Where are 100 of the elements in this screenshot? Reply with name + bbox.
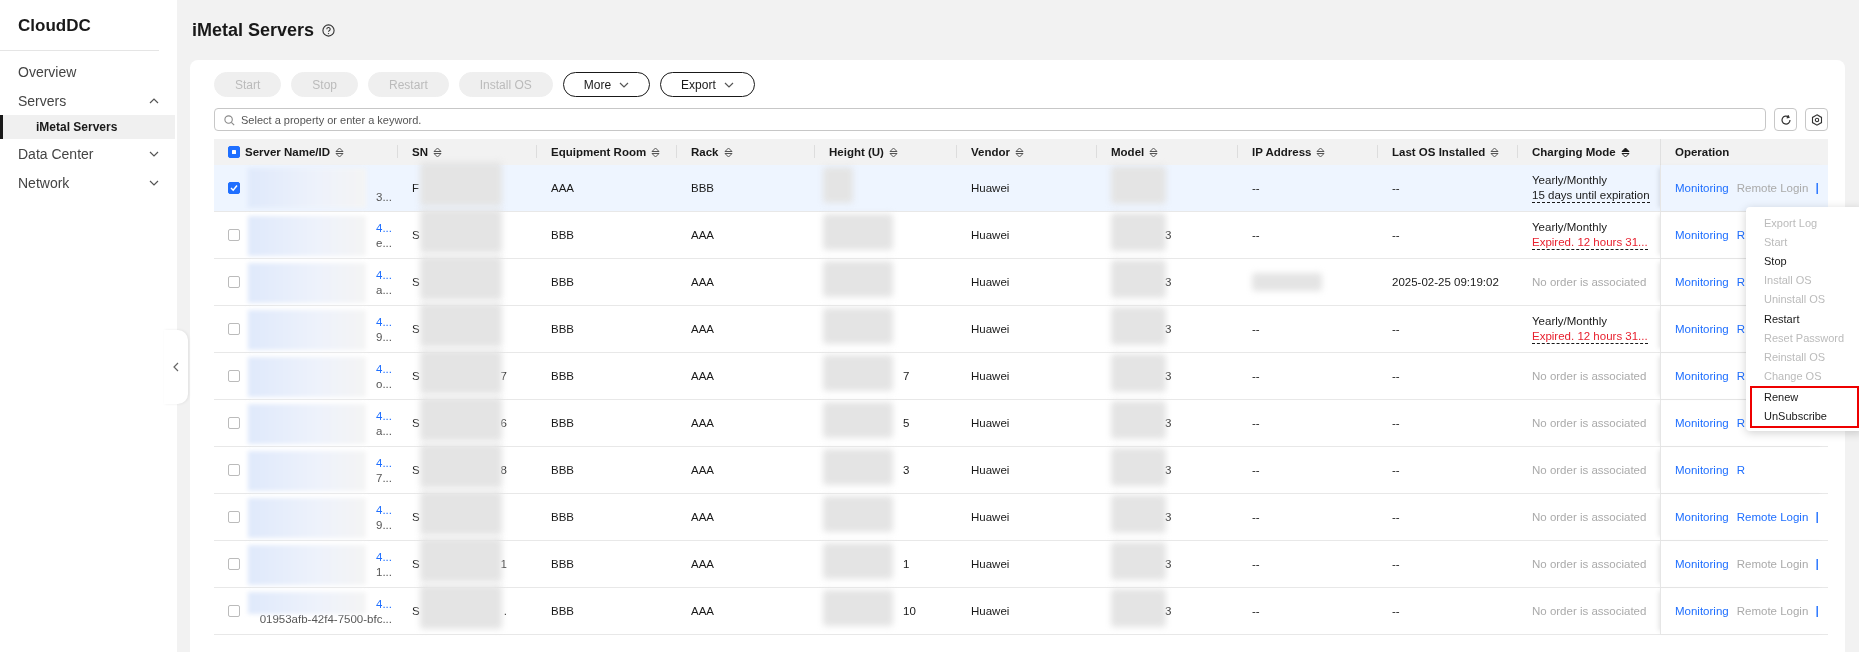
sort-icon[interactable] <box>1015 146 1024 158</box>
server-name[interactable]: 4... <box>376 315 392 328</box>
server-name[interactable]: 4... <box>376 597 392 610</box>
monitoring-link[interactable]: Monitoring <box>1675 370 1729 382</box>
nav-item[interactable]: Network <box>0 168 177 197</box>
chevron-icon <box>619 81 630 88</box>
sort-icon[interactable] <box>1149 146 1159 158</box>
row-checkbox[interactable] <box>228 417 240 429</box>
nav-item[interactable]: Servers <box>0 86 177 115</box>
table-cell: S <box>412 558 420 570</box>
remote-login-link[interactable]: R <box>1736 276 1745 288</box>
table-cell: -- <box>1392 464 1400 476</box>
row-checkbox[interactable] <box>228 370 240 382</box>
sort-icon[interactable] <box>651 146 661 158</box>
sort-icon[interactable] <box>1316 146 1326 158</box>
monitoring-link[interactable]: Monitoring <box>1675 182 1729 194</box>
monitoring-link[interactable]: Monitoring <box>1675 417 1729 429</box>
row-checkbox[interactable] <box>228 605 240 617</box>
column-header: Height (U) <box>829 146 884 158</box>
remote-login-link[interactable]: Remote Login <box>1736 511 1809 523</box>
toolbar-button[interactable]: Export <box>660 72 755 97</box>
more-icon[interactable] <box>1816 558 1820 570</box>
table-cell: AAA <box>691 276 714 288</box>
remote-login-link[interactable]: R <box>1736 464 1745 476</box>
sort-icon[interactable] <box>1620 146 1630 158</box>
menu-item[interactable]: Renew <box>1752 387 1857 407</box>
table-cell: AAA <box>691 370 714 382</box>
refresh-button[interactable] <box>1774 108 1797 131</box>
table-cell: -- <box>1392 511 1400 523</box>
settings-icon <box>1810 113 1823 126</box>
table-cell: 7 <box>500 370 507 382</box>
table-cell: BBB <box>551 323 574 335</box>
server-name[interactable]: 4... <box>376 362 392 375</box>
settings-button[interactable] <box>1805 108 1828 131</box>
row-checkbox[interactable] <box>228 182 240 194</box>
row-checkbox[interactable] <box>228 229 240 241</box>
table-cell: Huawei <box>971 464 1010 476</box>
more-icon[interactable] <box>1816 511 1820 523</box>
server-id: 1... <box>376 565 392 578</box>
monitoring-link[interactable]: Monitoring <box>1675 464 1729 476</box>
table-cell: 3 <box>1165 464 1172 476</box>
monitoring-link[interactable]: Monitoring <box>1675 276 1729 288</box>
table-cell: S <box>412 370 420 382</box>
table-cell: -- <box>1252 605 1260 617</box>
sort-icon[interactable] <box>1490 146 1500 158</box>
server-id: e... <box>376 236 392 249</box>
row-checkbox[interactable] <box>228 511 240 523</box>
table-cell: Huawei <box>971 558 1010 570</box>
sort-icon[interactable] <box>723 146 733 158</box>
more-icon[interactable] <box>1816 182 1820 194</box>
chevron-icon <box>149 179 159 186</box>
table-cell: AAA <box>691 417 714 429</box>
search-field[interactable]: Select a property or enter a keyword. <box>214 108 1766 131</box>
table-cell: 3 <box>1165 417 1172 429</box>
chevron-icon <box>149 97 159 104</box>
monitoring-link[interactable]: Monitoring <box>1675 511 1729 523</box>
toolbar-button[interactable]: More <box>562 72 651 97</box>
remote-login-link[interactable]: R <box>1736 370 1745 382</box>
table-cell: AAA <box>691 229 714 241</box>
help-icon[interactable] <box>322 23 336 37</box>
remote-login-link[interactable]: R <box>1736 417 1745 429</box>
sort-icon[interactable] <box>433 146 442 158</box>
server-name[interactable]: 4... <box>376 221 392 234</box>
more-icon[interactable] <box>1816 605 1820 617</box>
table-cell: 3 <box>1165 511 1172 523</box>
row-checkbox[interactable] <box>228 558 240 570</box>
remote-login-link[interactable]: R <box>1736 323 1745 335</box>
menu-item[interactable]: Stop <box>1746 251 1859 271</box>
charging-mode: Yearly/Monthly <box>1532 220 1608 233</box>
nav-subitem[interactable]: iMetal Servers <box>0 115 175 139</box>
row-checkbox[interactable] <box>228 464 240 476</box>
sort-icon[interactable] <box>335 146 345 158</box>
table-cell: BBB <box>551 417 574 429</box>
monitoring-link[interactable]: Monitoring <box>1675 558 1729 570</box>
menu-item[interactable]: UnSubscribe <box>1752 406 1857 427</box>
server-name[interactable]: 4... <box>376 409 392 422</box>
collapse-handle[interactable] <box>164 330 188 404</box>
menu-item[interactable]: Restart <box>1746 308 1859 329</box>
server-name[interactable]: 4... <box>376 550 392 563</box>
server-name[interactable]: 4... <box>376 503 392 516</box>
sort-icon[interactable] <box>888 146 898 158</box>
nav-item[interactable]: Overview <box>0 57 177 86</box>
server-name[interactable]: 4... <box>376 268 392 281</box>
row-checkbox[interactable] <box>228 323 240 335</box>
table-cell: Huawei <box>971 605 1010 617</box>
table-cell: Huawei <box>971 276 1010 288</box>
expiration-status: Expired. 12 hours 31... <box>1532 235 1648 250</box>
monitoring-link[interactable]: Monitoring <box>1675 323 1729 335</box>
nav-item[interactable]: Data Center <box>0 139 177 168</box>
row-checkbox[interactable] <box>228 276 240 288</box>
charging-mode: Yearly/Monthly <box>1532 314 1608 327</box>
server-name[interactable]: 4... <box>376 456 392 469</box>
monitoring-link[interactable]: Monitoring <box>1675 605 1729 617</box>
table-cell: Huawei <box>971 417 1010 429</box>
server-id: 9... <box>376 330 392 343</box>
monitoring-link[interactable]: Monitoring <box>1675 229 1729 241</box>
table-cell: BBB <box>691 182 714 194</box>
server-id: o... <box>376 377 392 390</box>
remote-login-link[interactable]: R <box>1736 229 1745 241</box>
select-all-checkbox[interactable] <box>228 146 240 158</box>
